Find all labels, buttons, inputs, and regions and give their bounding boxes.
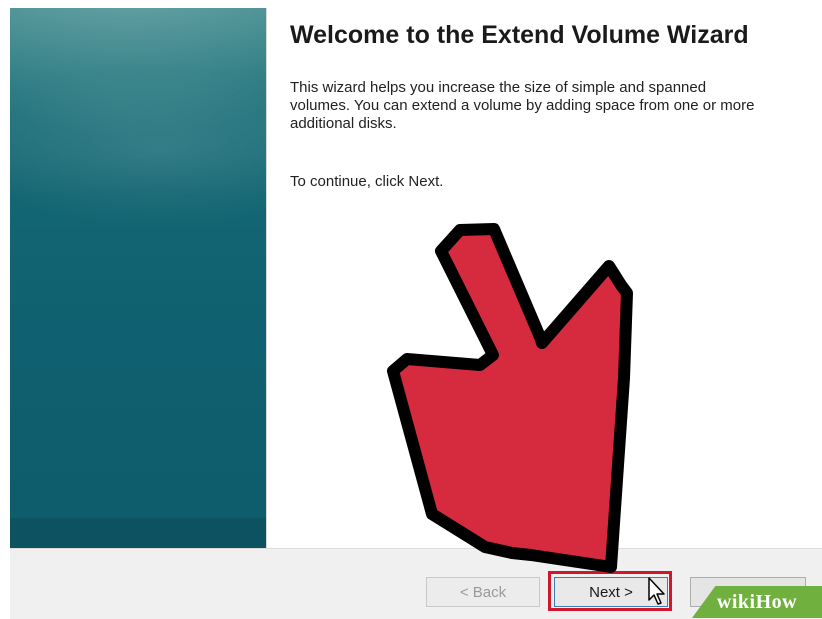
wizard-content: Welcome to the Extend Volume Wizard This… — [290, 20, 760, 191]
back-button[interactable]: < Back — [426, 577, 540, 607]
wizard-instruction: To continue, click Next. — [290, 173, 444, 190]
banner-divider — [266, 8, 267, 548]
wizard-side-banner — [10, 8, 266, 548]
wizard-title: Welcome to the Extend Volume Wizard — [290, 21, 749, 49]
extend-volume-wizard-window: Welcome to the Extend Volume Wizard This… — [0, 0, 822, 619]
wizard-description: This wizard helps you increase the size … — [290, 79, 755, 132]
mouse-cursor-icon — [648, 577, 665, 605]
watermark-text: wikiHow — [716, 590, 798, 613]
